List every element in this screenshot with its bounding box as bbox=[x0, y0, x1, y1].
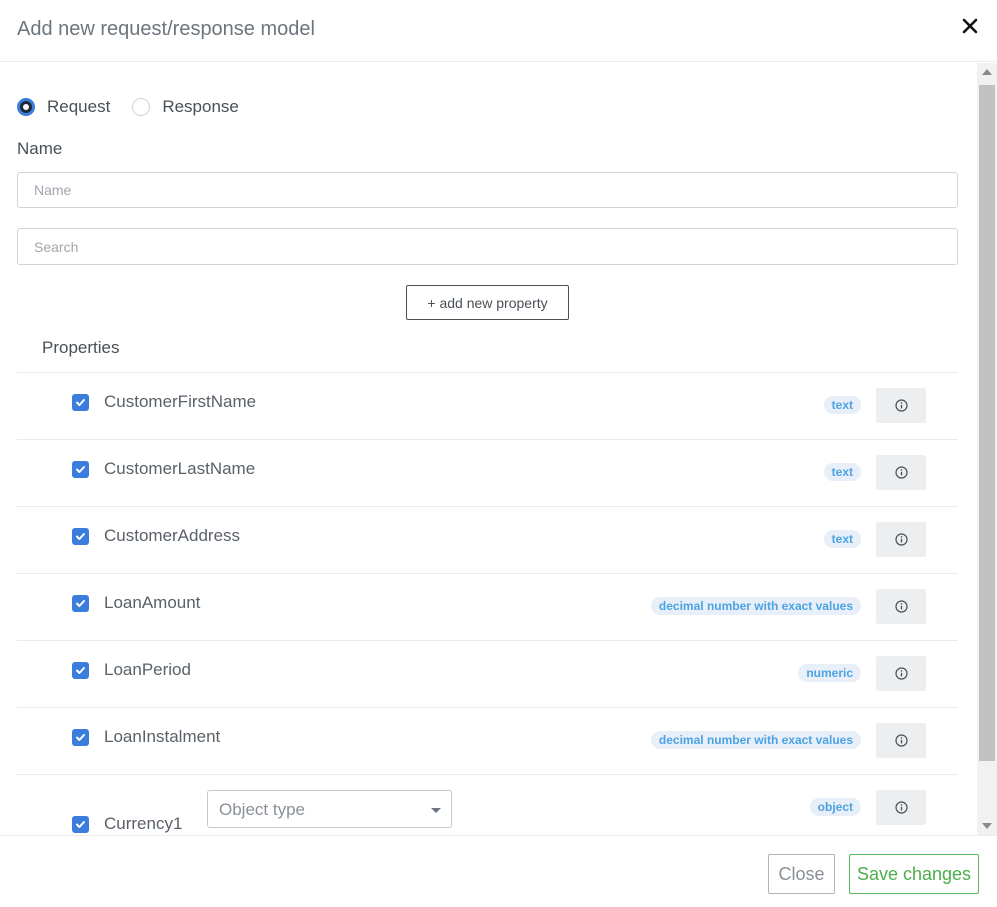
model-kind-radio-group: Request Response bbox=[17, 95, 261, 119]
radio-response-label: Response bbox=[162, 97, 239, 116]
info-icon bbox=[895, 667, 908, 680]
property-info-button[interactable] bbox=[876, 723, 926, 758]
property-type-badge: numeric bbox=[798, 664, 861, 682]
info-icon bbox=[895, 533, 908, 546]
radio-response[interactable]: Response bbox=[132, 97, 239, 117]
info-icon bbox=[895, 399, 908, 412]
name-input[interactable] bbox=[17, 172, 958, 208]
check-icon bbox=[76, 667, 85, 674]
property-type-badge: text bbox=[823, 396, 861, 414]
info-icon bbox=[895, 801, 908, 814]
property-row: CustomerFirstName text bbox=[17, 372, 958, 439]
chevron-down-icon bbox=[431, 808, 441, 813]
add-model-dialog: Add new request/response model Request R… bbox=[0, 0, 997, 907]
property-checkbox[interactable] bbox=[72, 528, 89, 545]
scroll-up-icon[interactable] bbox=[982, 69, 992, 75]
property-info-button[interactable] bbox=[876, 656, 926, 691]
dialog-body: Request Response Name + add new property… bbox=[0, 63, 977, 835]
info-icon bbox=[895, 600, 908, 613]
property-checkbox[interactable] bbox=[72, 816, 89, 833]
check-icon bbox=[76, 399, 85, 406]
property-name: CustomerLastName bbox=[104, 459, 256, 478]
property-checkbox[interactable] bbox=[72, 394, 89, 411]
property-row: CustomerLastName text bbox=[17, 439, 958, 506]
check-icon bbox=[76, 734, 85, 741]
property-type-badge: object bbox=[809, 798, 861, 816]
radio-request-label: Request bbox=[47, 97, 111, 116]
property-type-badge: text bbox=[823, 463, 861, 481]
property-name: CustomerFirstName bbox=[104, 392, 257, 411]
dialog-header: Add new request/response model bbox=[0, 0, 997, 62]
property-name: Currency1 bbox=[104, 814, 183, 833]
check-icon bbox=[76, 533, 85, 540]
radio-request-circle[interactable] bbox=[17, 98, 35, 116]
property-row: Currency1 Object type object bbox=[17, 774, 958, 835]
add-new-property-button[interactable]: + add new property bbox=[406, 285, 569, 320]
property-row: LoanPeriod numeric bbox=[17, 640, 958, 707]
save-changes-button[interactable]: Save changes bbox=[849, 854, 979, 894]
check-icon bbox=[76, 466, 85, 473]
property-type-badge: decimal number with exact values bbox=[650, 731, 861, 749]
property-row: LoanInstalment decimal number with exact… bbox=[17, 707, 958, 774]
check-icon bbox=[76, 600, 85, 607]
property-checkbox[interactable] bbox=[72, 461, 89, 478]
info-icon bbox=[895, 466, 908, 479]
name-label: Name bbox=[17, 139, 63, 158]
property-name: LoanInstalment bbox=[104, 727, 221, 746]
property-checkbox[interactable] bbox=[72, 729, 89, 746]
object-type-select[interactable]: Object type bbox=[207, 790, 452, 828]
properties-title: Properties bbox=[42, 338, 120, 357]
dialog-footer: Close Save changes bbox=[0, 835, 997, 907]
check-icon bbox=[76, 821, 85, 828]
property-name: LoanPeriod bbox=[104, 660, 191, 679]
property-checkbox[interactable] bbox=[72, 662, 89, 679]
search-input[interactable] bbox=[17, 228, 958, 265]
properties-list: CustomerFirstName text CustomerLastName … bbox=[17, 372, 958, 835]
object-type-placeholder: Object type bbox=[219, 800, 305, 819]
property-name: CustomerAddress bbox=[104, 526, 241, 545]
property-type-badge: text bbox=[823, 530, 861, 548]
scrollbar-thumb[interactable] bbox=[979, 85, 995, 761]
property-info-button[interactable] bbox=[876, 790, 926, 825]
property-checkbox[interactable] bbox=[72, 595, 89, 612]
body-scrollbar[interactable] bbox=[977, 63, 997, 835]
property-info-button[interactable] bbox=[876, 589, 926, 624]
radio-response-circle[interactable] bbox=[132, 98, 151, 116]
radio-request[interactable]: Request bbox=[17, 97, 110, 117]
property-type-badge: decimal number with exact values bbox=[650, 597, 861, 615]
property-info-button[interactable] bbox=[876, 455, 926, 490]
property-info-button[interactable] bbox=[876, 388, 926, 423]
property-row: CustomerAddress text bbox=[17, 506, 958, 573]
close-icon[interactable] bbox=[960, 14, 980, 38]
dialog-title: Add new request/response model bbox=[17, 18, 315, 40]
property-name: LoanAmount bbox=[104, 593, 201, 612]
info-icon bbox=[895, 734, 908, 747]
scroll-down-icon[interactable] bbox=[982, 823, 992, 829]
property-info-button[interactable] bbox=[876, 522, 926, 557]
property-row: LoanAmount decimal number with exact val… bbox=[17, 573, 958, 640]
close-button[interactable]: Close bbox=[768, 854, 835, 894]
